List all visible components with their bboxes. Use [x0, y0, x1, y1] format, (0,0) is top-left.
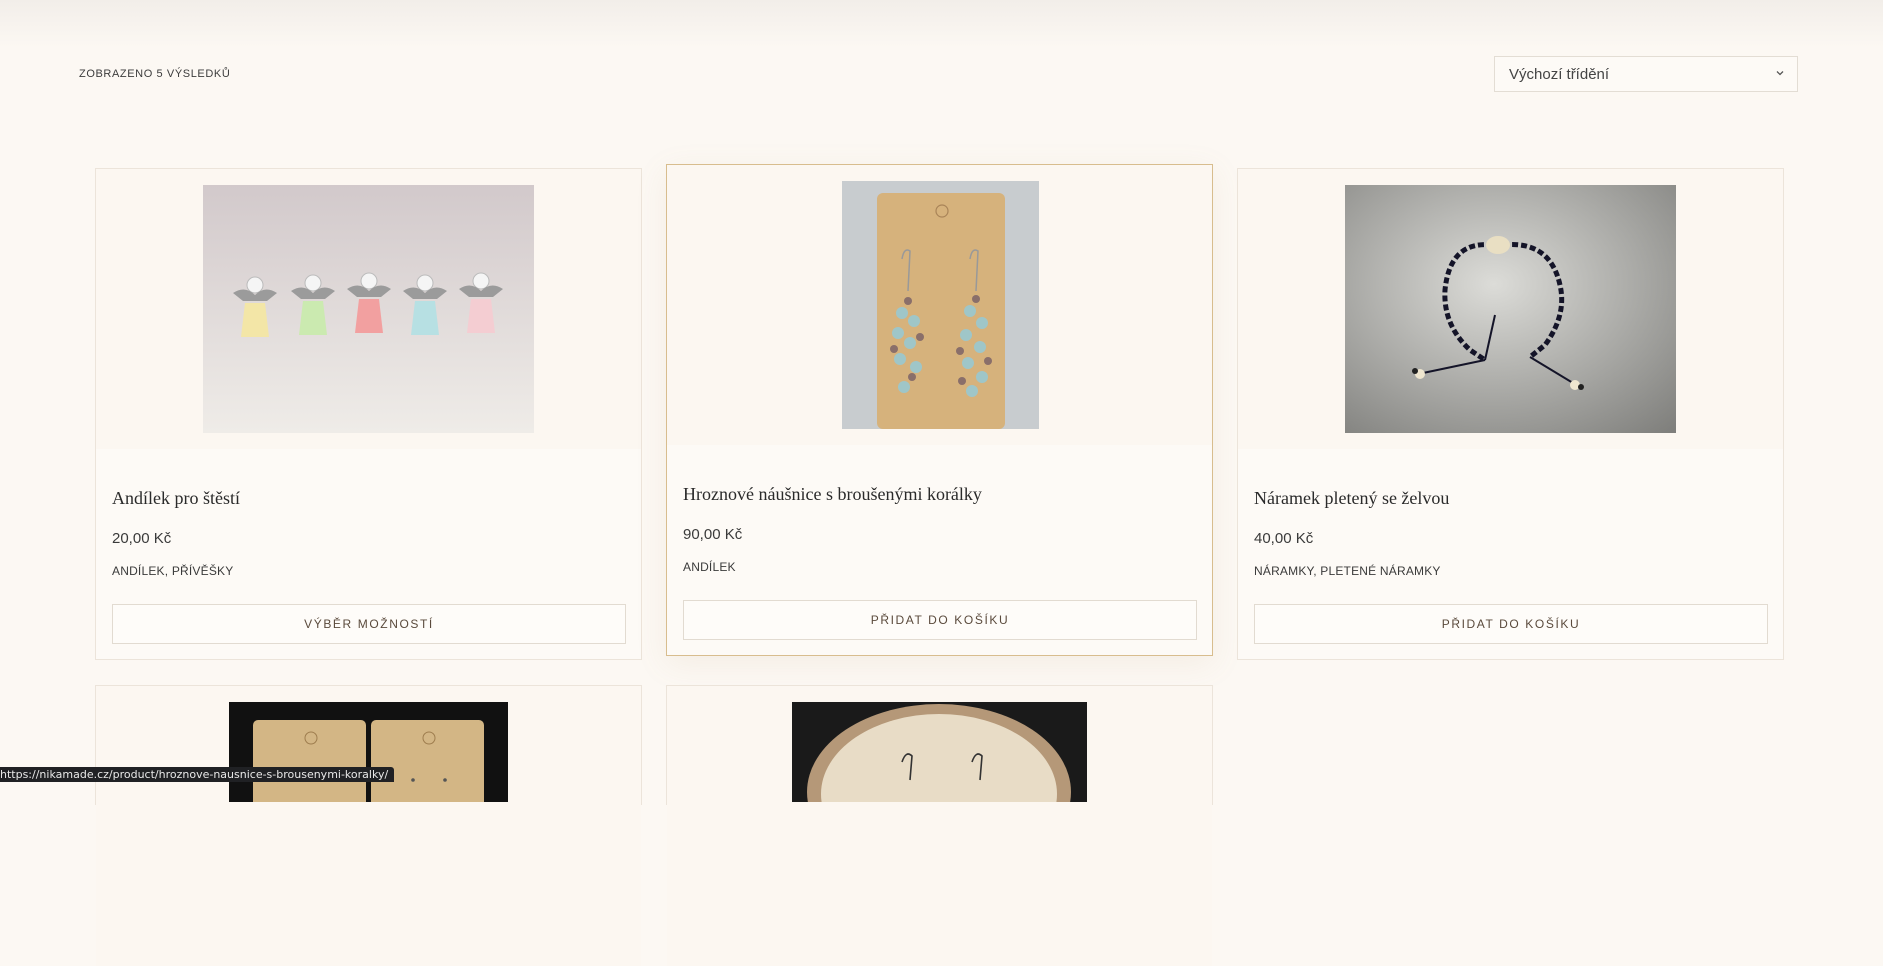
status-bar-url: https://nikamade.cz/product/hroznove-nau… [0, 767, 395, 782]
product-title[interactable]: Andílek pro štěstí [112, 488, 240, 509]
add-to-cart-button[interactable]: PŘIDAT DO KOŠÍKU [683, 600, 1197, 640]
product-card-andilek[interactable]: Andílek pro štěstí 20,00 Kč ANDÍLEK, PŘÍ… [95, 168, 642, 660]
product-card-4[interactable] [95, 685, 642, 966]
angel-pendants-photo[interactable] [203, 185, 534, 433]
product-card-hroznove-nausnice[interactable]: Hroznové náušnice s broušenými korálky 9… [666, 164, 1213, 656]
grape-earrings-photo[interactable] [842, 181, 1039, 429]
product-categories[interactable]: ANDÍLEK [683, 560, 736, 574]
chevron-down-icon [1776, 71, 1784, 76]
add-to-cart-button[interactable]: PŘIDAT DO KOŠÍKU [1254, 604, 1768, 644]
product-title[interactable]: Hroznové náušnice s broušenými korálky [683, 484, 982, 505]
header-shadow [0, 0, 1883, 48]
product-title[interactable]: Náramek pletený se želvou [1254, 488, 1449, 509]
product-price: 40,00 Kč [1254, 530, 1314, 547]
product-card-5[interactable] [666, 685, 1213, 966]
product-price: 20,00 Kč [112, 530, 172, 547]
product-categories[interactable]: NÁRAMKY, PLETENÉ NÁRAMKY [1254, 564, 1441, 578]
sort-selected-label: Výchozí třídění [1509, 65, 1610, 83]
select-options-button[interactable]: VÝBĚR MOŽNOSTÍ [112, 604, 626, 644]
result-count: ZOBRAZENO 5 VÝSLEDKŮ [79, 68, 231, 80]
product-categories[interactable]: ANDÍLEK, PŘÍVĚŠKY [112, 564, 233, 578]
product-card-naramek[interactable]: Náramek pletený se želvou 40,00 Kč NÁRAM… [1237, 168, 1784, 660]
turtle-bracelet-photo[interactable] [1345, 185, 1676, 433]
earring-cards-photo[interactable] [229, 702, 508, 802]
sort-dropdown[interactable]: Výchozí třídění [1494, 56, 1798, 92]
product-price: 90,00 Kč [683, 526, 743, 543]
wood-slice-earrings-photo[interactable] [792, 702, 1087, 802]
